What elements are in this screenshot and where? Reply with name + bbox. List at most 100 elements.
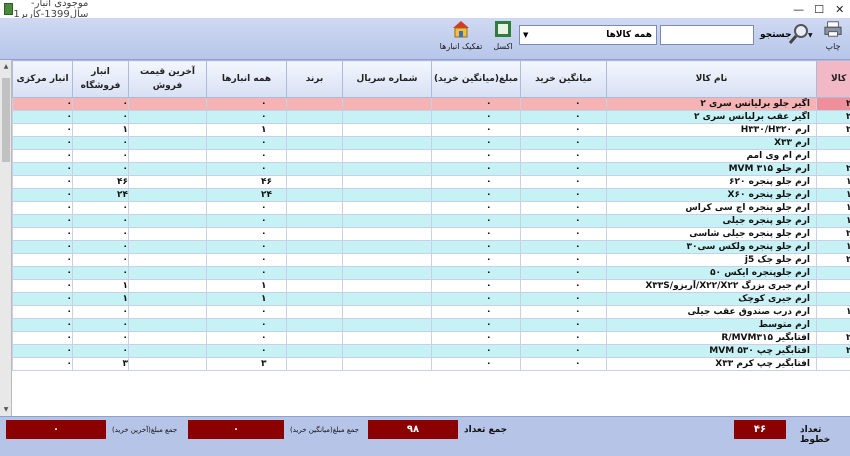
cell-code[interactable]: ۱۳۹۵ bbox=[816, 214, 850, 228]
table-row[interactable]: ۱۷۰۹ارم جلو پنجره X۶۰۰۰۲۴۲۴۰ bbox=[12, 188, 850, 202]
cell-all[interactable]: ۱ bbox=[206, 123, 287, 137]
table-row[interactable]: ۷۶۸ارم ام وی امم۰۰۰۰۰ bbox=[12, 149, 850, 163]
cell-last[interactable] bbox=[128, 162, 207, 176]
cell-serial[interactable] bbox=[342, 305, 432, 319]
cell-last[interactable] bbox=[128, 123, 207, 137]
cell-name[interactable]: ارم X۳۳ bbox=[606, 136, 817, 150]
column-header[interactable]: نام کالا bbox=[606, 60, 817, 98]
cell-last[interactable] bbox=[128, 149, 207, 163]
cell-shop[interactable]: ۰ bbox=[72, 331, 129, 345]
table-row[interactable]: ۷۹۵ارم متوسط۰۰۰۰۰ bbox=[12, 318, 850, 332]
cell-code[interactable]: ۷۲۱ bbox=[816, 266, 850, 280]
cell-amt[interactable]: ۰ bbox=[431, 188, 521, 202]
cell-shop[interactable]: ۱ bbox=[72, 279, 129, 293]
cell-name[interactable]: ارم H۳۳۰/H۳۲۰ bbox=[606, 123, 817, 137]
cell-brand[interactable] bbox=[286, 227, 343, 241]
cell-name[interactable]: ارم جلو پنجره ولکس سی۳۰ bbox=[606, 240, 817, 254]
table-row[interactable]: ۲۰۴۶ارم H۳۳۰/H۳۲۰۰۰۱۱۰ bbox=[12, 123, 850, 137]
cell-brand[interactable] bbox=[286, 201, 343, 215]
cell-central[interactable]: ۰ bbox=[12, 227, 73, 241]
cell-shop[interactable]: ۰ bbox=[72, 240, 129, 254]
cell-code[interactable]: ۷۹۵ bbox=[816, 318, 850, 332]
cell-serial[interactable] bbox=[342, 253, 432, 267]
cell-serial[interactable] bbox=[342, 214, 432, 228]
cell-all[interactable]: ۲۴ bbox=[206, 188, 287, 202]
cell-code[interactable]: ۷۸۴ bbox=[816, 279, 850, 293]
table-row[interactable]: ۱۹۳۲ارم درب صندوق عقب جیلی۰۰۰۰۰ bbox=[12, 305, 850, 319]
cell-last[interactable] bbox=[128, 110, 207, 124]
cell-amt[interactable]: ۰ bbox=[431, 357, 521, 371]
cell-central[interactable]: ۰ bbox=[12, 344, 73, 358]
cell-shop[interactable]: ۰ bbox=[72, 227, 129, 241]
column-header[interactable]: میانگین خرید bbox=[520, 60, 607, 98]
cell-amt[interactable]: ۰ bbox=[431, 227, 521, 241]
cell-central[interactable]: ۰ bbox=[12, 123, 73, 137]
cell-code[interactable]: ۱۷۱۰ bbox=[816, 175, 850, 189]
table-row[interactable]: ۲۲۳۶ارم جلو جک j5۰۰۰۰۰ bbox=[12, 253, 850, 267]
table-row[interactable]: ۲۹۱۲ارم جلو پنجره جیلی شاسی۰۰۰۰۰ bbox=[12, 227, 850, 241]
cell-central[interactable]: ۰ bbox=[12, 279, 73, 293]
cell-serial[interactable] bbox=[342, 344, 432, 358]
cell-serial[interactable] bbox=[342, 279, 432, 293]
cell-name[interactable]: ارم جلو پنجره X۶۰ bbox=[606, 188, 817, 202]
cell-name[interactable]: ارم جیری بزرگ X۲۲/X۲۲/آریزو/X۳۳S bbox=[606, 279, 817, 293]
cell-shop[interactable]: ۰ bbox=[72, 344, 129, 358]
cell-central[interactable]: ۰ bbox=[12, 175, 73, 189]
cell-amt[interactable]: ۰ bbox=[431, 240, 521, 254]
search-input[interactable] bbox=[660, 25, 754, 45]
cell-name[interactable]: ارم جلو MVM ۳۱۵ bbox=[606, 162, 817, 176]
column-header[interactable]: همه انبارها bbox=[206, 60, 287, 98]
cell-shop[interactable]: ۱ bbox=[72, 123, 129, 137]
cell-serial[interactable] bbox=[342, 227, 432, 241]
table-row[interactable]: ۷۸۳ارم جیری کوچک۰۰۱۱۰ bbox=[12, 292, 850, 306]
vertical-scrollbar[interactable]: ▲ ▼ bbox=[0, 60, 12, 416]
cell-avg[interactable]: ۰ bbox=[520, 305, 607, 319]
cell-shop[interactable]: ۴۶ bbox=[72, 175, 129, 189]
cell-amt[interactable]: ۰ bbox=[431, 214, 521, 228]
cell-avg[interactable]: ۰ bbox=[520, 110, 607, 124]
cell-serial[interactable] bbox=[342, 123, 432, 137]
cell-serial[interactable] bbox=[342, 201, 432, 215]
cell-name[interactable]: افتابگیر چپ کرم X۳۳ bbox=[606, 357, 817, 371]
cell-shop[interactable]: ۰ bbox=[72, 318, 129, 332]
cell-central[interactable]: ۰ bbox=[12, 162, 73, 176]
cell-code[interactable]: ۱۹۳۲ bbox=[816, 305, 850, 319]
table-row[interactable]: ۱۷۱۰ارم جلو پنجره ۶۲۰۰۰۴۶۴۶۰ bbox=[12, 175, 850, 189]
table-row[interactable]: ۷۰۸افتابگیر چپ کرم X۳۳۰۰۳۳۰ bbox=[12, 357, 850, 371]
table-row[interactable]: ۲۹۱۵ارم جلو MVM ۳۱۵۰۰۰۰۰ bbox=[12, 162, 850, 176]
table-row[interactable]: ۲۴۹۳افتابگیر چپ ۵۳۰ MVM۰۰۰۰۰ bbox=[12, 344, 850, 358]
cell-all[interactable]: ۰ bbox=[206, 318, 287, 332]
cell-serial[interactable] bbox=[342, 162, 432, 176]
cell-amt[interactable]: ۰ bbox=[431, 110, 521, 124]
cell-amt[interactable]: ۰ bbox=[431, 201, 521, 215]
maximize-button[interactable]: ☐ bbox=[809, 3, 830, 16]
column-header[interactable]: کد کالا bbox=[816, 60, 850, 98]
cell-avg[interactable]: ۰ bbox=[520, 344, 607, 358]
cell-code[interactable]: ۲۶۱۲ bbox=[816, 110, 850, 124]
table-row[interactable]: ۱۱۴۷ارم جلو پنجره اچ سی کراس۰۰۰۰۰ bbox=[12, 201, 850, 215]
cell-name[interactable]: ارم جلو پنجره جیلی bbox=[606, 214, 817, 228]
cell-amt[interactable]: ۰ bbox=[431, 175, 521, 189]
cell-last[interactable] bbox=[128, 97, 207, 111]
cell-shop[interactable]: ۰ bbox=[72, 110, 129, 124]
cell-code[interactable]: ۲۹۱۲ bbox=[816, 227, 850, 241]
cell-serial[interactable] bbox=[342, 240, 432, 254]
column-header[interactable]: شماره سریال bbox=[342, 60, 432, 98]
cell-amt[interactable]: ۰ bbox=[431, 305, 521, 319]
cell-name[interactable]: ارم ام وی امم bbox=[606, 149, 817, 163]
cell-code[interactable]: ۲۶۰۷ bbox=[816, 97, 850, 111]
column-header[interactable]: انبار فروشگاه bbox=[72, 60, 129, 98]
cell-all[interactable]: ۱ bbox=[206, 279, 287, 293]
table-row[interactable]: ۲۰۳۹افتابگیر R/MVM۳۱۵۰۰۰۰۰ bbox=[12, 331, 850, 345]
column-header[interactable]: مبلغ(میانگین خرید) bbox=[431, 60, 521, 98]
cell-last[interactable] bbox=[128, 214, 207, 228]
cell-last[interactable] bbox=[128, 344, 207, 358]
cell-central[interactable]: ۰ bbox=[12, 214, 73, 228]
scroll-thumb[interactable] bbox=[2, 78, 10, 162]
cell-serial[interactable] bbox=[342, 188, 432, 202]
cell-amt[interactable]: ۰ bbox=[431, 344, 521, 358]
cell-last[interactable] bbox=[128, 318, 207, 332]
cell-brand[interactable] bbox=[286, 97, 343, 111]
cell-all[interactable]: ۰ bbox=[206, 227, 287, 241]
cell-brand[interactable] bbox=[286, 344, 343, 358]
